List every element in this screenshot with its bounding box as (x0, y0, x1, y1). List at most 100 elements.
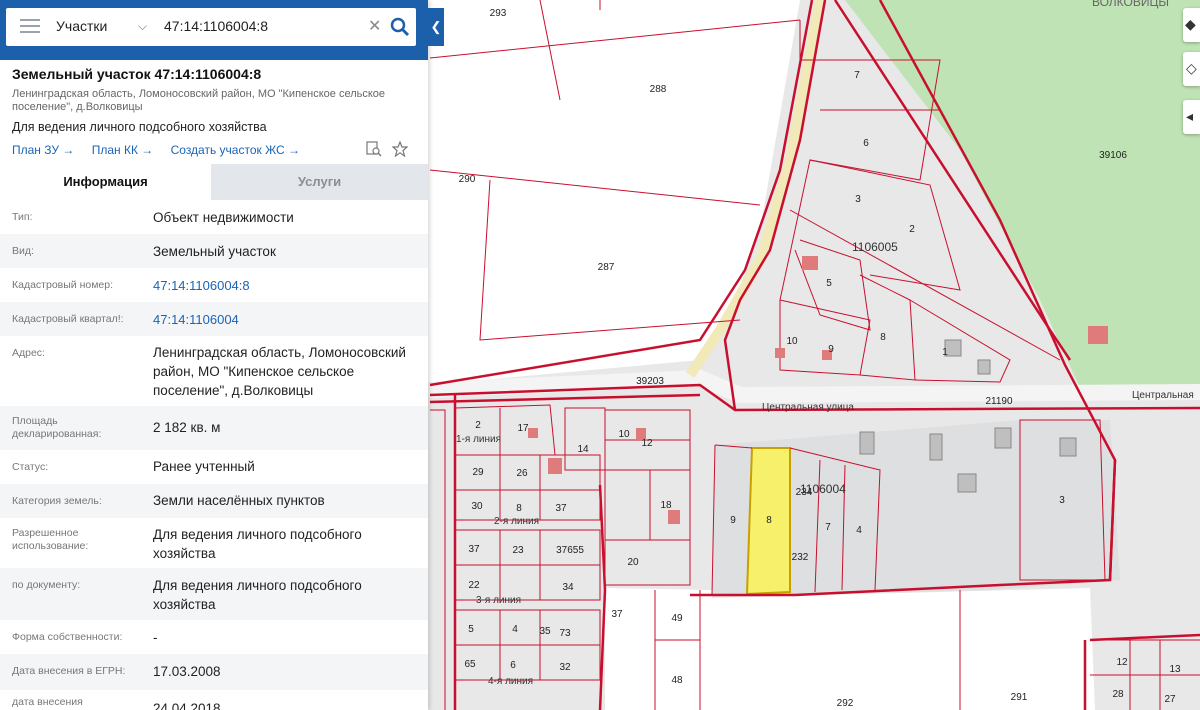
chevron-down-icon[interactable]: ⌵ (138, 19, 147, 34)
info-label: Категория земель: (12, 495, 102, 507)
svg-text:3-я линия: 3-я линия (476, 595, 521, 606)
svg-text:13: 13 (1169, 664, 1181, 675)
svg-text:293: 293 (490, 8, 507, 19)
info-label: по документу: (12, 579, 81, 591)
svg-text:7: 7 (825, 522, 831, 533)
info-row-land-category: Категория земель: Земли населённых пункт… (0, 484, 428, 518)
svg-text:23: 23 (512, 545, 524, 556)
svg-text:1: 1 (942, 347, 948, 358)
info-value: 24.04.2018 (153, 701, 221, 710)
star-icon[interactable] (391, 140, 409, 162)
svg-text:3: 3 (1059, 495, 1065, 506)
info-value: Объект недвижимости (153, 210, 294, 225)
svg-text:1106004: 1106004 (800, 482, 846, 496)
svg-text:5: 5 (468, 624, 474, 635)
svg-text:292: 292 (837, 698, 854, 709)
svg-text:37655: 37655 (556, 545, 584, 556)
svg-text:14: 14 (577, 444, 589, 455)
svg-text:48: 48 (671, 675, 683, 686)
object-links: План ЗУ → План КК → Создать участок ЖС → (12, 143, 314, 157)
svg-text:1106005: 1106005 (852, 240, 898, 254)
svg-text:22: 22 (468, 580, 480, 591)
collapse-panel-button[interactable]: ❮ (428, 8, 444, 46)
info-label: Кадастровый квартал!: (12, 313, 124, 325)
svg-text:Центральная улица: Центральная улица (762, 402, 854, 413)
svg-text:232: 232 (792, 552, 809, 563)
info-row-type: Тип: Объект недвижимости (0, 200, 428, 234)
info-value: Ленинградская область, Ломоносовский рай… (153, 345, 406, 398)
info-row-egrn-date: Дата внесения в ЕГРН: 17.03.2008 (0, 654, 428, 690)
svg-text:37: 37 (468, 544, 480, 555)
svg-text:34: 34 (562, 582, 574, 593)
info-label: Статус: (12, 461, 49, 473)
top-bar: Участки ⌵ 47:14:1106004:8 ✕ (0, 0, 428, 60)
search-icon[interactable] (390, 16, 410, 38)
info-row-entry-date: дата внесения 24.04.2018 (0, 690, 428, 710)
svg-text:287: 287 (598, 262, 615, 273)
map-share-button[interactable]: ◂ (1183, 100, 1200, 134)
tab-info[interactable]: Информация (0, 164, 211, 200)
info-label: Тип: (12, 211, 33, 223)
info-row-permitted-use: Разрешенное использование: Для ведения л… (0, 518, 428, 568)
search-input[interactable]: 47:14:1106004:8 (164, 18, 268, 34)
svg-text:4: 4 (512, 624, 518, 635)
svg-text:8: 8 (516, 503, 522, 514)
object-purpose: Для ведения личного подсобного хозяйства (12, 120, 267, 134)
info-row-kind: Вид: Земельный участок (0, 234, 428, 268)
tab-bar: Информация Услуги (0, 164, 428, 200)
svg-text:37: 37 (555, 503, 567, 514)
svg-text:39106: 39106 (1099, 150, 1127, 161)
info-row-area: Площадь декларированная: 2 182 кв. м (0, 406, 428, 450)
map-ruler-button[interactable]: ◇ (1183, 52, 1200, 86)
svg-text:Центральная: Центральная (1132, 390, 1194, 401)
svg-text:288: 288 (650, 84, 667, 95)
tab-services[interactable]: Услуги (211, 164, 428, 200)
info-value: Земли населённых пунктов (153, 493, 325, 508)
info-row-address: Адрес: Ленинградская область, Ломоносовс… (0, 336, 428, 406)
cadastral-quarter-link[interactable]: 47:14:1106004 (153, 310, 421, 329)
info-row-by-document: по документу: Для ведения личного подсоб… (0, 568, 428, 620)
info-value: Земельный участок (153, 244, 276, 259)
info-label: Дата внесения в ЕГРН: (12, 665, 126, 677)
search-type-select[interactable]: Участки (56, 18, 107, 34)
layers-icon: ◆ (1185, 16, 1196, 32)
svg-text:35: 35 (539, 626, 551, 637)
svg-text:37: 37 (611, 609, 623, 620)
svg-text:17: 17 (517, 423, 529, 434)
svg-text:21190: 21190 (985, 396, 1013, 407)
svg-text:1-я линия: 1-я линия (456, 434, 501, 445)
svg-text:28: 28 (1112, 689, 1124, 700)
info-label: Адрес: (12, 347, 45, 359)
info-label: Кадастровый номер: (12, 279, 114, 291)
info-row-cadastral-quarter: Кадастровый квартал!: 47:14:1106004 (0, 302, 428, 336)
svg-text:ВОЛКОВИЦЫ: ВОЛКОВИЦЫ (1092, 0, 1169, 9)
svg-text:10: 10 (618, 429, 630, 440)
svg-text:290: 290 (459, 174, 476, 185)
map-layers-button[interactable]: ◆ (1183, 8, 1200, 42)
svg-text:291: 291 (1011, 692, 1028, 703)
plan-zu-link[interactable]: План ЗУ → (12, 143, 74, 157)
info-label: Форма собственности: (12, 631, 123, 643)
create-parcel-link[interactable]: Создать участок ЖС → (171, 143, 300, 157)
svg-text:65: 65 (464, 659, 476, 670)
svg-text:27: 27 (1164, 694, 1176, 705)
object-address: Ленинградская область, Ломоносовский рай… (12, 88, 386, 113)
clear-icon[interactable]: ✕ (368, 16, 381, 36)
svg-text:2-я линия: 2-я линия (494, 516, 539, 527)
svg-text:6: 6 (510, 660, 516, 671)
svg-text:12: 12 (1116, 657, 1128, 668)
svg-text:8: 8 (766, 515, 772, 526)
svg-text:20: 20 (627, 557, 639, 568)
plan-kk-link[interactable]: План КК → (92, 143, 154, 157)
menu-icon[interactable] (20, 19, 40, 35)
info-label: дата внесения (12, 696, 83, 708)
cadastral-number-link[interactable]: 47:14:1106004:8 (153, 276, 421, 295)
svg-text:4-я линия: 4-я линия (488, 676, 533, 687)
find-on-map-icon[interactable] (366, 141, 382, 162)
svg-text:6: 6 (863, 138, 869, 149)
object-title: Земельный участок 47:14:1106004:8 (12, 66, 262, 82)
search-bar: Участки ⌵ 47:14:1106004:8 ✕ (6, 8, 416, 46)
svg-text:3: 3 (855, 194, 861, 205)
svg-text:49: 49 (671, 613, 683, 624)
info-row-cadastral-number: Кадастровый номер: 47:14:1106004:8 (0, 268, 428, 302)
